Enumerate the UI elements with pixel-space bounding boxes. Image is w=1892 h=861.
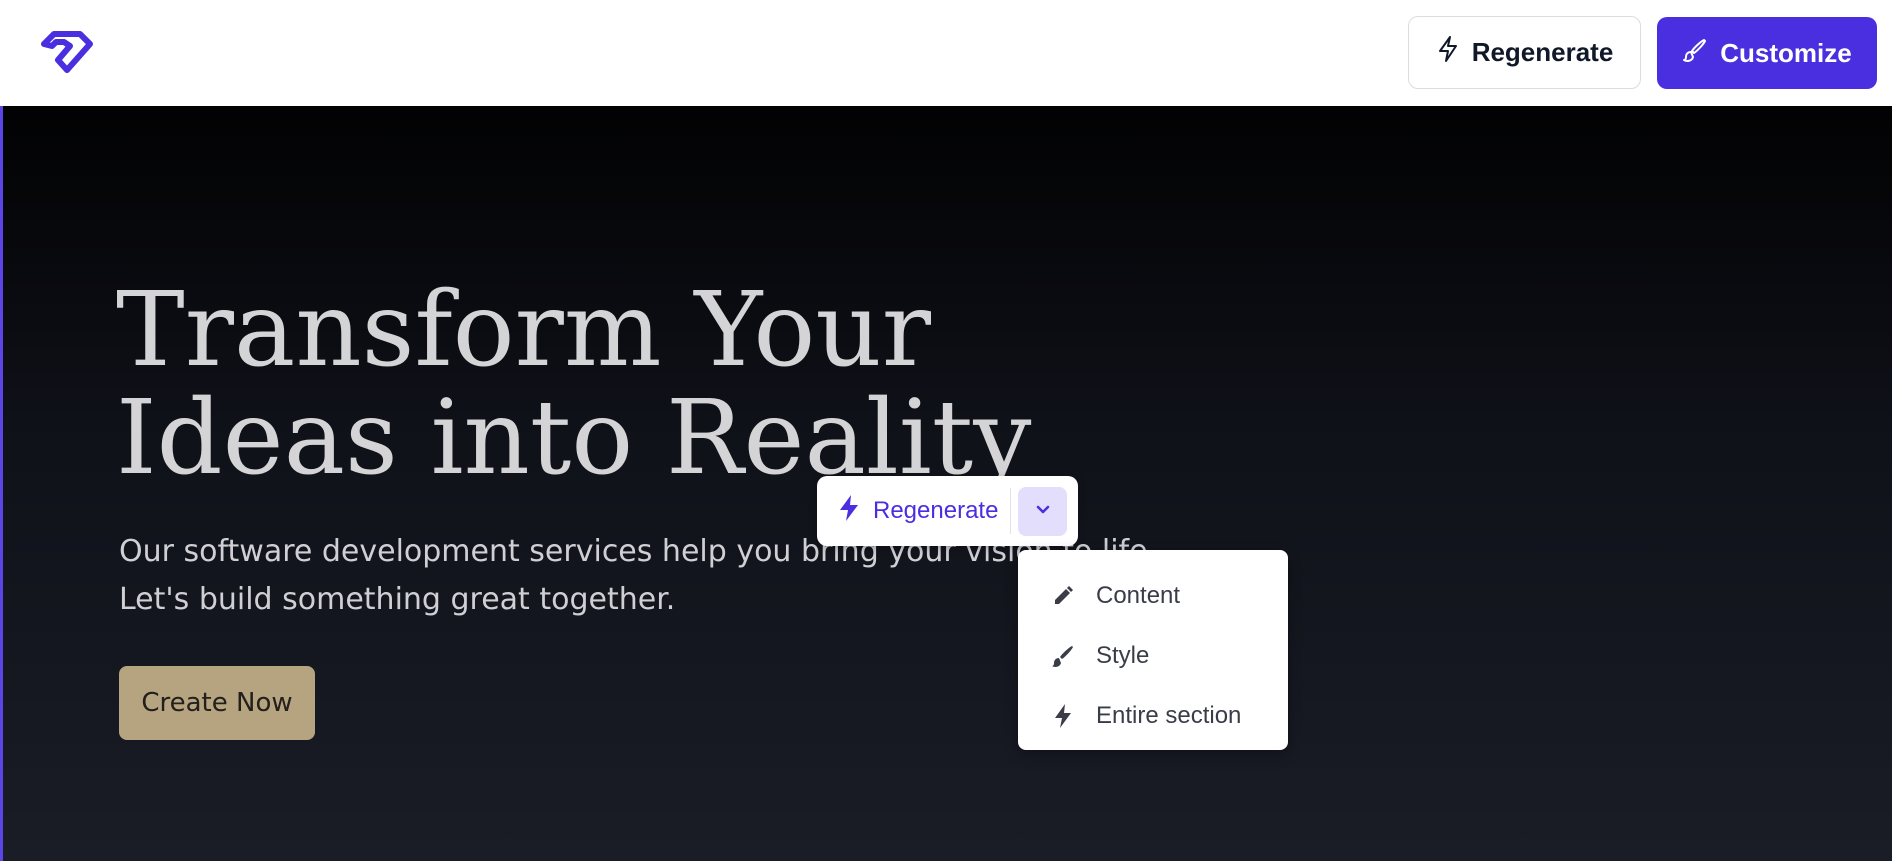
pencil-icon bbox=[1050, 583, 1076, 609]
bolt-icon bbox=[837, 494, 861, 529]
section-regenerate-label: Regenerate bbox=[873, 497, 999, 524]
menu-item-label: Entire section bbox=[1096, 702, 1242, 729]
bolt-icon bbox=[1050, 703, 1076, 729]
regenerate-options-menu: Content Style Entire section bbox=[1018, 550, 1288, 750]
regenerate-button-label: Regenerate bbox=[1471, 37, 1614, 67]
menu-item-label: Style bbox=[1096, 642, 1150, 669]
create-now-button[interactable]: Create Now bbox=[119, 666, 315, 740]
menu-item-entire-section[interactable]: Entire section bbox=[1018, 686, 1288, 746]
section-regenerate-toolbar: Regenerate bbox=[817, 476, 1078, 546]
logo-icon[interactable] bbox=[40, 30, 94, 74]
menu-item-style[interactable]: Style bbox=[1018, 626, 1288, 686]
top-bar: Regenerate Customize bbox=[0, 0, 1892, 106]
hero-title-line: Transform Your bbox=[116, 270, 931, 390]
customize-button[interactable]: Customize bbox=[1657, 17, 1877, 89]
menu-item-label: Content bbox=[1096, 582, 1181, 609]
bolt-outline-icon bbox=[1436, 35, 1460, 70]
brush-outline-icon bbox=[1682, 37, 1708, 70]
regenerate-options-toggle[interactable] bbox=[1018, 487, 1067, 536]
toolbar-divider bbox=[1010, 488, 1011, 534]
hero-title: Transform Your Ideas into Reality bbox=[116, 276, 1216, 492]
regenerate-button[interactable]: Regenerate bbox=[1408, 16, 1641, 89]
brush-icon bbox=[1050, 643, 1076, 669]
chevron-down-icon bbox=[1035, 503, 1051, 521]
menu-item-content[interactable]: Content bbox=[1018, 566, 1288, 626]
customize-button-label: Customize bbox=[1720, 37, 1852, 68]
section-regenerate-button[interactable]: Regenerate bbox=[837, 491, 998, 531]
